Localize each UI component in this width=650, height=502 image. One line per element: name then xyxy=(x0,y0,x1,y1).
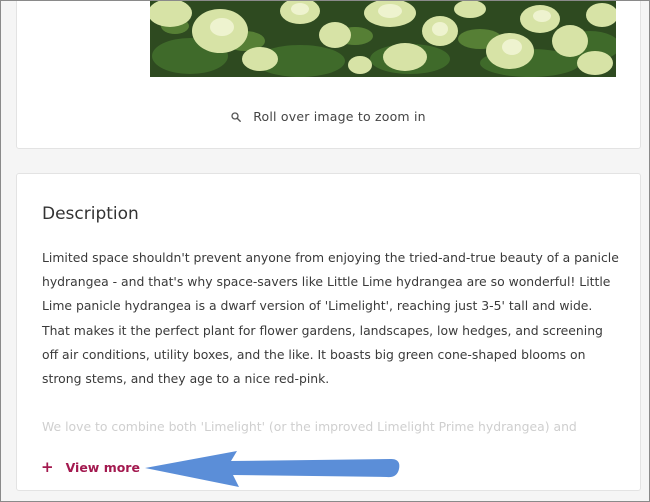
zoom-hint-text: Roll over image to zoom in xyxy=(253,109,426,124)
view-more-label: View more xyxy=(65,459,140,475)
description-body: Limited space shouldn't prevent anyone f… xyxy=(42,250,619,387)
zoom-hint: Roll over image to zoom in xyxy=(17,109,640,124)
product-image[interactable] xyxy=(150,1,616,77)
description-title: Description xyxy=(42,204,139,224)
description-faded-line: We love to combine both 'Limelight' (or … xyxy=(42,419,577,434)
description-card: Description Limited space shouldn't prev… xyxy=(16,173,641,491)
search-icon xyxy=(231,110,242,122)
product-gallery-card: Roll over image to zoom in xyxy=(16,1,641,149)
hydrangea-photo-icon xyxy=(150,1,616,77)
view-more-button[interactable]: + View more xyxy=(41,458,140,476)
page-frame: Roll over image to zoom in Description L… xyxy=(0,0,650,502)
arrow-left-annotation-icon xyxy=(145,451,400,487)
plus-icon: + xyxy=(41,458,54,476)
